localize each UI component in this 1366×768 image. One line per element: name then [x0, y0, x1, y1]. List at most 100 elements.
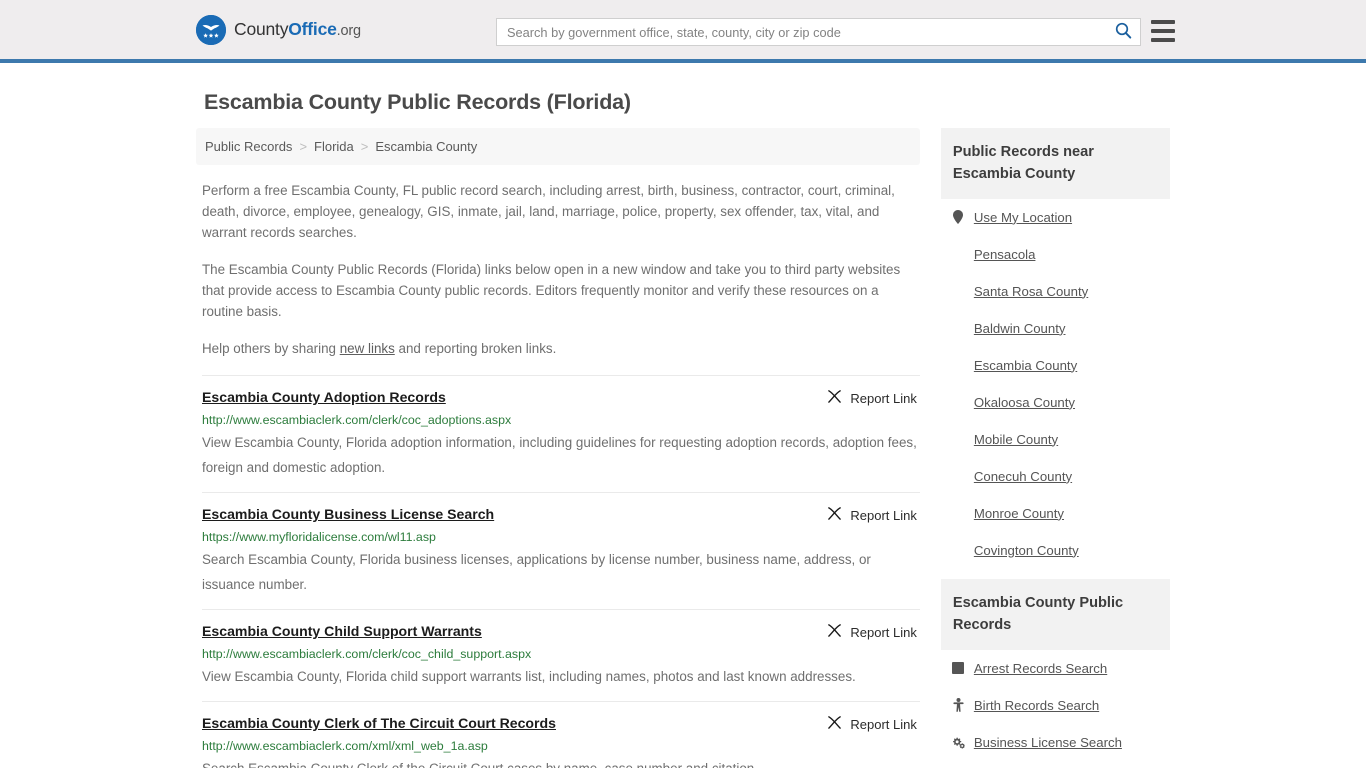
sidebar-link[interactable]: Conecuh County — [974, 469, 1072, 484]
report-link-button[interactable]: Report Link — [827, 623, 919, 641]
result-description: Search Escambia County, Florida business… — [202, 552, 871, 592]
sidebar-link[interactable]: Business License Search — [974, 735, 1122, 750]
result-item: Escambia County Clerk of The Circuit Cou… — [202, 701, 920, 768]
hamburger-bar-2 — [1151, 29, 1175, 33]
result-url[interactable]: http://www.escambiaclerk.com/clerk/coc_a… — [202, 413, 920, 427]
result-title-link[interactable]: Escambia County Clerk of The Circuit Cou… — [202, 715, 556, 731]
sidebar-item-santa-rosa-county[interactable]: Santa Rosa County — [952, 283, 1170, 299]
page-title: Escambia County Public Records (Florida) — [204, 90, 631, 114]
brand-wordmark: CountyOffice.org — [234, 19, 361, 40]
result-title-link[interactable]: Escambia County Child Support Warrants — [202, 623, 482, 639]
fingerprint-icon — [952, 662, 965, 674]
sidebar-item-escambia-county[interactable]: Escambia County — [952, 357, 1170, 373]
sidebar-nearby-box: Public Records near Escambia County Use … — [940, 128, 1170, 558]
site-logo[interactable]: CountyOffice.org — [196, 14, 361, 45]
intro-p3-after: and reporting broken links. — [394, 341, 557, 356]
sidebar-item-arrest-records-search[interactable]: Arrest Records Search — [952, 660, 1170, 676]
sidebar-item-mobile-county[interactable]: Mobile County — [952, 431, 1170, 447]
sidebar-item-pensacola[interactable]: Pensacola — [952, 246, 1170, 262]
intro-p3-before: Help others by sharing — [202, 341, 340, 356]
result-item: Escambia County Business License Search — [202, 492, 920, 609]
sidebar: Public Records near Escambia County Use … — [940, 128, 1170, 768]
result-header: Escambia County Clerk of The Circuit Cou… — [202, 715, 920, 733]
sidebar-item-use-my-location[interactable]: Use My Location — [952, 209, 1170, 225]
sidebar-link[interactable]: Okaloosa County — [974, 395, 1075, 410]
broken-link-icon — [827, 389, 842, 407]
hamburger-bar-3 — [1151, 38, 1175, 42]
sidebar-records-heading: Escambia County Public Records — [940, 579, 1170, 650]
result-url[interactable]: http://www.escambiaclerk.com/xml/xml_web… — [202, 739, 920, 753]
sidebar-item-business-license-search[interactable]: Business License Search — [952, 734, 1170, 750]
brand-part-county: County — [234, 19, 289, 39]
report-link-button[interactable]: Report Link — [827, 715, 919, 733]
sidebar-nearby-list: Use My Location Pensacola Santa Rosa Cou… — [941, 199, 1170, 558]
cogs-icon — [952, 736, 965, 749]
breadcrumb-separator-1: > — [299, 139, 308, 154]
result-description: View Escambia County, Florida adoption i… — [202, 435, 917, 475]
sidebar-link[interactable]: Pensacola — [974, 247, 1036, 262]
report-link-button[interactable]: Report Link — [827, 389, 919, 407]
report-link-label: Report Link — [850, 507, 917, 523]
intro-paragraph-3: Help others by sharing new links and rep… — [202, 338, 918, 359]
result-description: View Escambia County, Florida child supp… — [202, 669, 856, 684]
broken-link-icon — [827, 623, 842, 641]
eagle-logo-icon — [196, 14, 226, 45]
sidebar-records-list: Arrest Records Search Birth Records Sear… — [941, 650, 1170, 768]
result-header: Escambia County Business License Search — [202, 506, 920, 524]
broken-link-icon — [827, 506, 842, 524]
sidebar-item-okaloosa-county[interactable]: Okaloosa County — [952, 394, 1170, 410]
sidebar-link[interactable]: Covington County — [974, 543, 1079, 558]
hamburger-menu-icon[interactable] — [1151, 20, 1175, 42]
brand-part-org: .org — [336, 23, 361, 39]
sidebar-item-conecuh-county[interactable]: Conecuh County — [952, 468, 1170, 484]
sidebar-link[interactable]: Birth Records Search — [974, 698, 1099, 713]
sidebar-link[interactable]: Arrest Records Search — [974, 661, 1107, 676]
broken-link-icon — [827, 715, 842, 733]
result-url[interactable]: http://www.escambiaclerk.com/clerk/coc_c… — [202, 647, 920, 661]
intro-paragraph-2: The Escambia County Public Records (Flor… — [202, 262, 901, 319]
content-columns: Public Records > Florida > Escambia Coun… — [196, 128, 1170, 768]
sidebar-records-box: Escambia County Public Records Arrest Re… — [940, 579, 1170, 768]
breadcrumb: Public Records > Florida > Escambia Coun… — [196, 128, 920, 165]
search-bar[interactable] — [496, 18, 1141, 46]
baby-icon — [952, 698, 965, 712]
report-link-button[interactable]: Report Link — [827, 506, 919, 524]
sidebar-link[interactable]: Monroe County — [974, 506, 1064, 521]
new-links-link[interactable]: new links — [340, 341, 395, 356]
result-url[interactable]: https://www.myfloridalicense.com/wl11.as… — [202, 530, 920, 544]
search-input[interactable] — [497, 24, 1106, 40]
result-header: Escambia County Child Support Warrants R… — [202, 623, 920, 641]
sidebar-link[interactable]: Mobile County — [974, 432, 1058, 447]
site-header: CountyOffice.org — [0, 0, 1366, 63]
intro-paragraph-1: Perform a free Escambia County, FL publi… — [202, 183, 895, 240]
sidebar-link[interactable]: Escambia County — [974, 358, 1077, 373]
sidebar-item-covington-county[interactable]: Covington County — [952, 542, 1170, 558]
sidebar-link[interactable]: Santa Rosa County — [974, 284, 1088, 299]
breadcrumb-separator-2: > — [360, 139, 369, 154]
result-item: Escambia County Adoption Records Report … — [202, 375, 920, 492]
map-pin-icon — [952, 210, 965, 224]
sidebar-item-baldwin-county[interactable]: Baldwin County — [952, 320, 1170, 336]
result-title-link[interactable]: Escambia County Business License Search — [202, 506, 494, 522]
results-list: Escambia County Adoption Records Report … — [202, 375, 920, 768]
report-link-label: Report Link — [850, 624, 917, 640]
result-description: Search Escambia County Clerk of the Circ… — [202, 756, 920, 768]
sidebar-nearby-heading: Public Records near Escambia County — [940, 128, 1170, 199]
search-button[interactable] — [1106, 19, 1140, 45]
sidebar-item-monroe-county[interactable]: Monroe County — [952, 505, 1170, 521]
report-link-label: Report Link — [850, 390, 917, 406]
search-icon — [1115, 22, 1132, 42]
main-column: Public Records > Florida > Escambia Coun… — [196, 128, 920, 768]
result-title-link[interactable]: Escambia County Adoption Records — [202, 389, 446, 405]
page-container: Escambia County Public Records (Florida)… — [0, 90, 1366, 768]
brand-part-office: Office — [288, 19, 337, 39]
breadcrumb-item-florida[interactable]: Florida — [314, 139, 354, 154]
sidebar-link[interactable]: Baldwin County — [974, 321, 1066, 336]
breadcrumb-item-public-records[interactable]: Public Records — [205, 139, 292, 154]
result-item: Escambia County Child Support Warrants R… — [202, 609, 920, 701]
sidebar-item-birth-records-search[interactable]: Birth Records Search — [952, 697, 1170, 713]
report-link-label: Report Link — [850, 716, 917, 732]
sidebar-link[interactable]: Use My Location — [974, 210, 1072, 225]
breadcrumb-item-escambia-county[interactable]: Escambia County — [375, 139, 477, 154]
hamburger-bar-1 — [1151, 20, 1175, 24]
